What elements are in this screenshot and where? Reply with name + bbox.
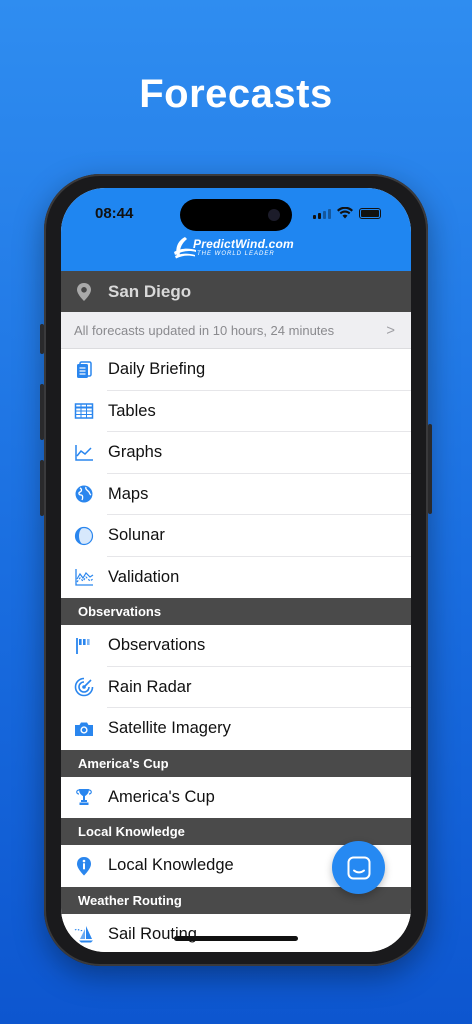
cellular-signal-icon [313,208,331,219]
menu-item-rain-radar[interactable]: Rain Radar [61,666,411,708]
camera-icon [75,722,93,736]
battery-icon [359,208,381,219]
brand-name: PredictWind.com [193,237,294,251]
menu-item-label: Daily Briefing [108,360,206,379]
chat-icon [347,856,370,879]
update-message: All forecasts updated in 10 hours, 24 mi… [74,322,335,338]
menu-item-validation[interactable]: Validation [61,556,411,598]
menu-item-label: Observations [108,636,206,655]
menu-item-graphs[interactable]: Graphs [61,432,411,474]
document-icon [77,361,92,378]
phone-screen: 08:44 PredictWind.com THE WORLD LEADER S… [61,188,411,952]
mute-switch [40,324,44,354]
dynamic-island [180,199,292,231]
volume-up-button [40,384,44,440]
brand-tagline: THE WORLD LEADER [197,251,275,257]
power-button [428,424,432,514]
section-header-observations: Observations [61,598,411,625]
sailboat-icon [74,926,93,943]
menu-item-label: Rain Radar [108,677,192,696]
menu-item-solunar[interactable]: Solunar [61,515,411,557]
validation-chart-icon [75,569,94,586]
location-selector[interactable]: San Diego [61,271,411,312]
volume-down-button [40,460,44,516]
line-chart-icon [75,444,93,461]
app-header: 08:44 PredictWind.com THE WORLD LEADER [61,188,411,271]
menu-item-label: Satellite Imagery [108,719,231,738]
globe-icon [75,485,93,503]
menu-item-daily-briefing[interactable]: Daily Briefing [61,349,411,391]
menu-item-satellite-imagery[interactable]: Satellite Imagery [61,708,411,750]
page-headline: Forecasts [139,72,333,116]
flag-icon [76,637,90,654]
menu-item-maps[interactable]: Maps [61,473,411,515]
location-city: San Diego [108,281,192,301]
section-header-americas-cup: America's Cup [61,749,411,777]
menu-item-sail-routing[interactable]: Sail Routing [61,913,411,952]
menu-item-americas-cup[interactable]: America's Cup [61,776,411,818]
menu-item-label: Maps [108,484,149,503]
predictwind-logo: PredictWind.com THE WORLD LEADER [171,237,301,263]
menu-item-label: Local Knowledge [108,856,234,875]
wifi-icon [337,207,353,219]
home-indicator[interactable] [174,936,298,941]
status-icons [313,207,381,219]
menu-item-tables[interactable]: Tables [61,390,411,432]
table-icon [74,403,94,419]
menu-item-label: Solunar [108,526,165,545]
menu-item-observations[interactable]: Observations [61,625,411,667]
chat-support-button[interactable] [332,841,385,894]
menu-item-label: Graphs [108,443,163,462]
info-pin-icon [77,856,91,876]
forecast-update-notice[interactable]: All forecasts updated in 10 hours, 24 mi… [61,312,411,349]
menu-item-label: Validation [108,567,180,586]
menu-item-label: Tables [108,401,156,420]
status-time: 08:44 [95,205,134,222]
chevron-right-icon: > [386,321,395,339]
location-pin-icon [77,282,91,301]
moon-phase-icon [74,526,94,545]
radar-icon [74,677,94,697]
trophy-icon [76,789,92,806]
menu-item-label: America's Cup [108,787,215,806]
